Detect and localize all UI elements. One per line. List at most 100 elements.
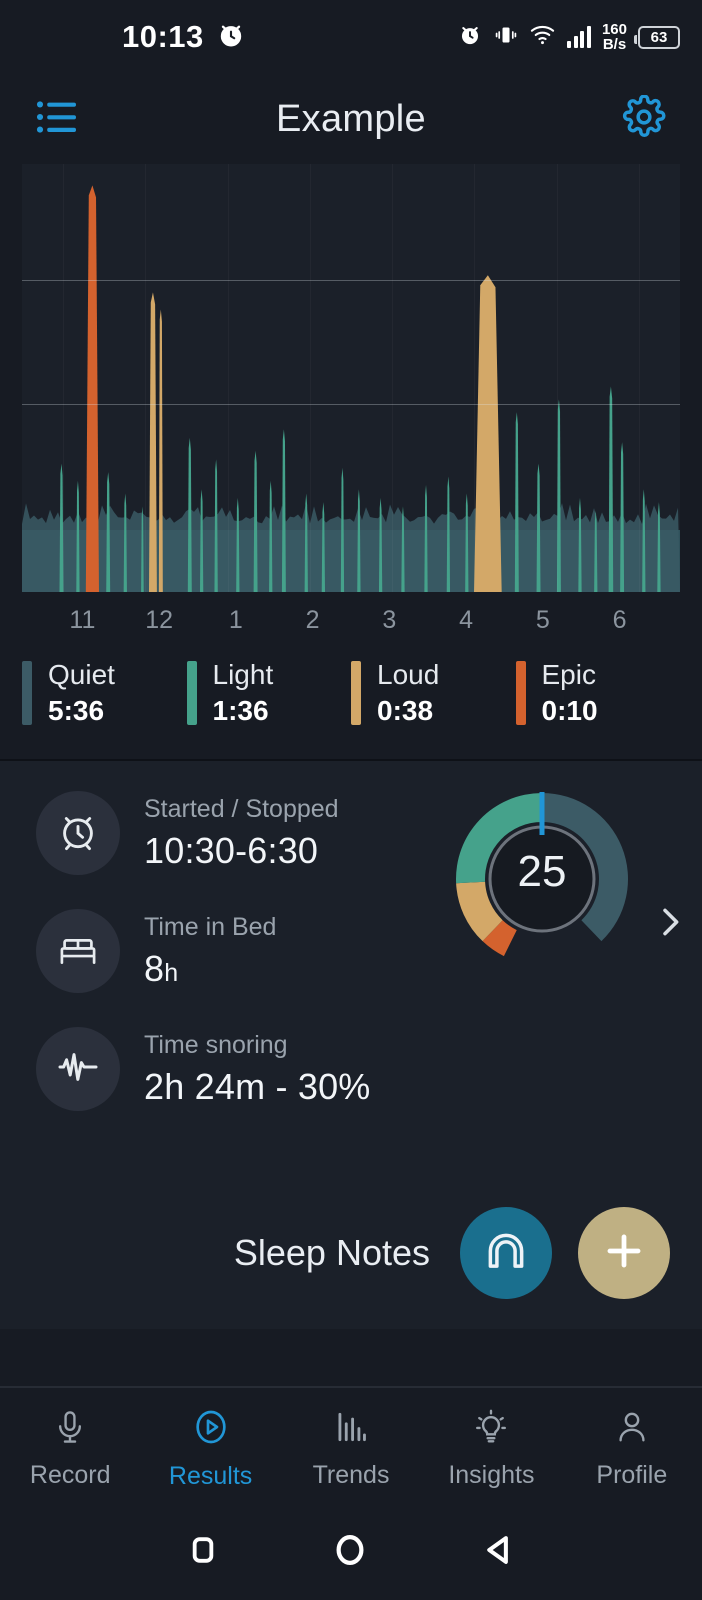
next-night-button[interactable] — [650, 897, 690, 952]
stat-text: Time in Bed 8h — [144, 913, 276, 990]
chart-spike — [424, 485, 428, 592]
legend-value: 0:38 — [377, 695, 434, 726]
legend-label: Loud — [377, 659, 440, 690]
nav-item-results[interactable]: Results — [140, 1388, 280, 1504]
chart-spike — [85, 185, 99, 592]
legend-item: Quiet 5:36 — [22, 661, 187, 725]
battery-percent: 63 — [650, 28, 668, 46]
menu-button[interactable] — [28, 89, 88, 149]
bottom-navigation: Record Results Trends Insights Profile — [0, 1386, 702, 1504]
sleep-notes-row: Sleep Notes — [0, 1207, 702, 1299]
chart-spike — [474, 275, 502, 592]
chart-vgrid — [228, 164, 229, 592]
chart-vgrid — [557, 164, 558, 592]
stat-text: Time snoring 2h 24m - 30% — [144, 1031, 371, 1108]
nav-item-trends[interactable]: Trends — [281, 1388, 421, 1504]
page-title: Example — [276, 97, 426, 140]
person-icon — [613, 1408, 651, 1451]
app-screen: 10:13 160 B/s 63 Example 11 12 1 2 3 4 5… — [0, 0, 702, 1600]
stat-text: Started / Stopped 10:30-6:30 — [144, 795, 339, 872]
alarm-clock-icon — [216, 20, 246, 55]
microphone-icon — [51, 1408, 89, 1451]
waveform-badge — [36, 1027, 120, 1111]
chart-spike — [253, 450, 258, 592]
x-tick-label: 3 — [382, 606, 397, 634]
chart-spike — [269, 480, 273, 592]
chart-vgrid — [474, 164, 475, 592]
nav-item-insights[interactable]: Insights — [421, 1388, 561, 1504]
chart-spike — [378, 497, 383, 592]
noise-chart[interactable] — [22, 164, 680, 592]
nav-item-profile[interactable]: Profile — [562, 1388, 702, 1504]
bed-icon — [55, 926, 101, 977]
stat-row-time-snoring[interactable]: Time snoring 2h 24m - 30% — [0, 1027, 702, 1111]
stat-label: Time in Bed — [144, 912, 277, 941]
nav-label: Trends — [312, 1461, 390, 1489]
settings-button[interactable] — [614, 89, 674, 149]
chart-spike — [214, 459, 218, 592]
alarm-clock-icon — [457, 22, 483, 53]
snore-score-value: 25 — [517, 847, 567, 896]
alarm-clock-icon — [55, 808, 101, 859]
add-note-button[interactable] — [578, 1207, 670, 1299]
legend-item: Light 1:36 — [186, 661, 352, 725]
chart-spike — [446, 476, 451, 592]
noise-chart-card: 11 12 1 2 3 4 5 6 — [0, 164, 702, 635]
chart-vgrid — [639, 164, 640, 592]
legend-swatch — [515, 661, 526, 725]
nav-label: Insights — [448, 1461, 535, 1489]
battery-indicator: 63 — [634, 25, 680, 49]
chart-spike — [514, 412, 519, 592]
chart-legend: Quiet 5:36 Light 1:36 Loud 0:38 Epic 0:10 — [0, 635, 702, 759]
stat-value: 8h — [144, 948, 276, 990]
chart-spike — [281, 429, 286, 592]
chart-spike — [465, 493, 469, 592]
chart-spike — [187, 437, 192, 592]
gauge-needle — [539, 792, 545, 835]
chart-plot-area — [22, 185, 680, 592]
x-tick-label: 11 — [69, 606, 96, 634]
chart-x-axis: 11 12 1 2 3 4 5 6 — [22, 592, 680, 635]
mouthguard-icon — [478, 1223, 534, 1284]
legend-swatch — [22, 661, 32, 725]
snore-score-gauge[interactable]: 25 — [434, 779, 650, 969]
x-tick-label: 6 — [612, 606, 627, 634]
nav-item-record[interactable]: Record — [0, 1388, 140, 1504]
x-tick-label: 1 — [228, 606, 243, 634]
chart-spike — [106, 472, 111, 592]
x-tick-label: 2 — [305, 606, 320, 634]
legend-swatch — [351, 661, 361, 725]
chart-spike — [340, 467, 345, 592]
chart-spike — [148, 292, 157, 592]
network-speed-unit: B/s — [602, 36, 627, 53]
waveform-icon — [54, 1043, 102, 1096]
chart-vgrid — [392, 164, 393, 592]
chart-vgrid — [63, 164, 64, 592]
chart-spike — [642, 489, 646, 592]
signal-bars-icon — [567, 26, 591, 48]
chevron-right-icon — [650, 908, 690, 951]
app-header: Example — [0, 74, 702, 164]
circle-icon[interactable] — [328, 1528, 372, 1577]
sleep-notes-label: Sleep Notes — [233, 1232, 430, 1273]
triangle-back-icon[interactable] — [477, 1529, 519, 1576]
chart-spike — [236, 497, 240, 592]
square-icon[interactable] — [183, 1530, 223, 1575]
list-menu-icon — [35, 99, 81, 140]
status-bar-right: 160 B/s 63 — [457, 21, 680, 53]
lightbulb-icon — [472, 1408, 510, 1451]
status-bar: 10:13 160 B/s 63 — [0, 0, 702, 74]
status-bar-left: 10:13 — [122, 19, 246, 55]
legend-label: Quiet — [48, 659, 115, 690]
nav-label: Results — [168, 1462, 253, 1490]
stat-label: Time snoring — [144, 1030, 288, 1059]
stat-value-unit: h — [164, 958, 179, 987]
chart-gridline — [22, 403, 680, 405]
plus-icon — [598, 1225, 650, 1282]
play-circle-icon — [191, 1407, 231, 1452]
nav-label: Record — [29, 1461, 111, 1489]
network-speed: 160 B/s — [602, 22, 627, 52]
chart-vgrid — [310, 164, 311, 592]
mouthguard-note-button[interactable] — [460, 1207, 552, 1299]
x-tick-label: 5 — [535, 606, 550, 634]
